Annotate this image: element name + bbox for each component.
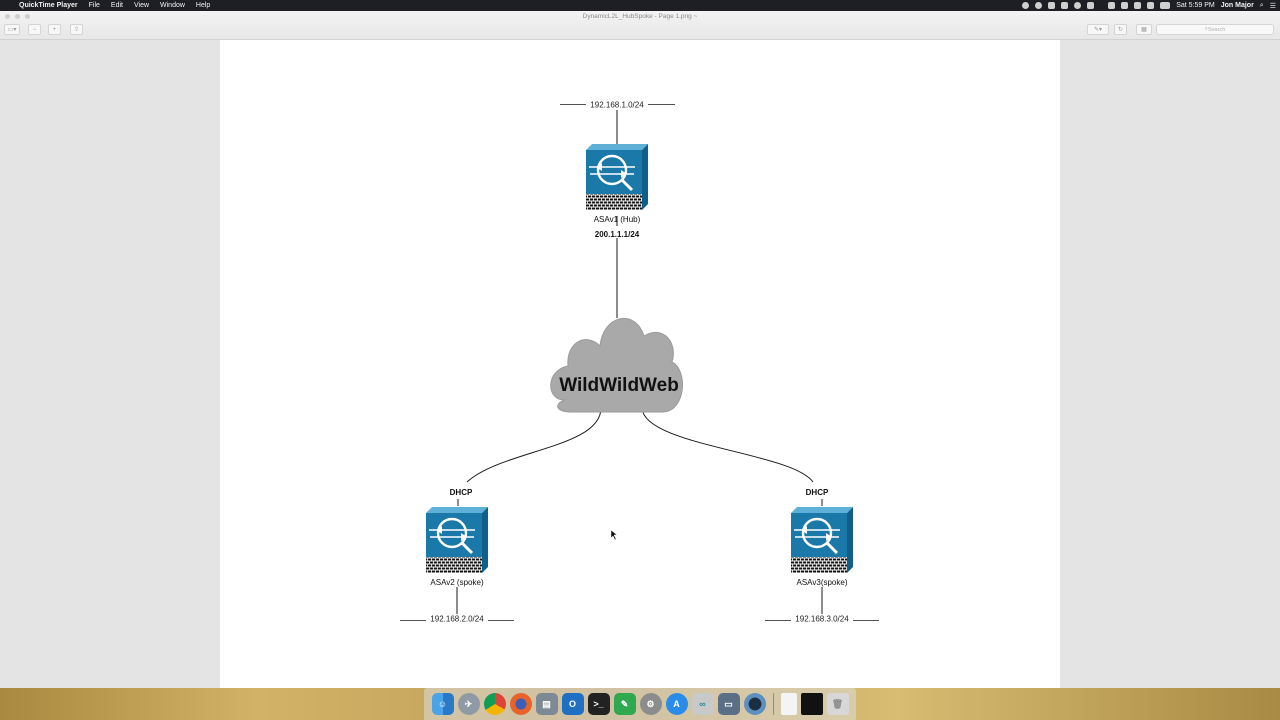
spoke2-wan-label: DHCP bbox=[806, 488, 829, 497]
lan-label-hub: 192.168.1.0/24 bbox=[590, 101, 644, 110]
share-button[interactable]: ⇧ bbox=[70, 24, 83, 35]
outlook-icon[interactable]: O bbox=[561, 693, 584, 715]
markup-button[interactable]: ✎▾ bbox=[1087, 24, 1109, 35]
menu-edit[interactable]: Edit bbox=[111, 2, 123, 9]
spotlight-icon[interactable]: ⌕ bbox=[1260, 2, 1264, 10]
rotate-button[interactable]: ↻ bbox=[1114, 24, 1127, 35]
app-menu[interactable]: QuickTime Player bbox=[19, 2, 78, 9]
screen-icon[interactable] bbox=[800, 693, 823, 715]
quicktime-icon[interactable] bbox=[743, 693, 766, 715]
lan-label-spoke1: 192.168.2.0/24 bbox=[430, 615, 484, 624]
status-icon-1[interactable] bbox=[1022, 2, 1030, 9]
internet-cloud: WildWildWeb bbox=[550, 317, 683, 413]
preview-icon[interactable]: ▤ bbox=[535, 693, 558, 715]
system-preferences-icon[interactable]: ⚙ bbox=[639, 693, 662, 715]
status-icon-2[interactable] bbox=[1035, 2, 1043, 9]
window-toolbar: DynamicL2L_HubSpoke - Page 1.png ~ ▭▾ − … bbox=[0, 11, 1280, 40]
sidebar-toggle-button[interactable]: ▭▾ bbox=[4, 24, 20, 35]
spoke1-device-label: ASAv2 (spoke) bbox=[430, 578, 484, 587]
menu-window[interactable]: Window bbox=[160, 2, 185, 9]
lan-label-spoke2: 192.168.3.0/24 bbox=[795, 615, 849, 624]
menu-help[interactable]: Help bbox=[196, 2, 210, 9]
notification-center-icon[interactable]: ☰ bbox=[1270, 2, 1276, 10]
chrome-icon[interactable] bbox=[483, 693, 506, 715]
status-icon-3[interactable] bbox=[1048, 2, 1056, 9]
menu-bar: QuickTime Player File Edit View Window H… bbox=[0, 0, 1280, 11]
firewall-icon bbox=[584, 142, 650, 212]
trash-icon[interactable]: 🗑 bbox=[826, 693, 849, 715]
evernote-icon[interactable]: ✎ bbox=[613, 693, 636, 715]
cloud-label: WildWildWeb bbox=[559, 375, 679, 396]
window-title: DynamicL2L_HubSpoke - Page 1.png ~ bbox=[582, 13, 698, 20]
search-placeholder: Search bbox=[1207, 26, 1226, 33]
status-icon-4[interactable] bbox=[1061, 2, 1069, 9]
search-input[interactable]: ⌕ Search bbox=[1156, 24, 1274, 35]
firewall-icon bbox=[424, 505, 490, 575]
terminal-icon[interactable]: >_ bbox=[587, 693, 610, 715]
spoke1-wan-label: DHCP bbox=[450, 488, 473, 497]
menu-view[interactable]: View bbox=[134, 2, 149, 9]
network-diagram: 192.168.1.0/24 ASAv1 (Hub) 200.1.1.1/24 … bbox=[400, 98, 879, 626]
toolbox-button[interactable]: ▦ bbox=[1136, 24, 1152, 35]
spoke2-device-label: ASAv3(spoke) bbox=[797, 578, 848, 587]
vpn-icon[interactable] bbox=[1108, 2, 1116, 9]
dock: ☺ ✈ ▤ O >_ ✎ ⚙ A ∞ ▭ 🗑 bbox=[424, 688, 856, 720]
status-icon-5[interactable] bbox=[1074, 2, 1082, 9]
mouse-cursor bbox=[610, 529, 618, 541]
hub-device-label: ASAv1 (Hub) bbox=[594, 215, 641, 224]
clock[interactable]: Sat 5:59 PM bbox=[1176, 2, 1215, 9]
dock-separator bbox=[772, 693, 774, 715]
battery-icon[interactable] bbox=[1160, 2, 1171, 9]
volume-icon[interactable] bbox=[1134, 2, 1142, 9]
menu-file[interactable]: File bbox=[89, 2, 100, 9]
launchpad-icon[interactable]: ✈ bbox=[457, 693, 480, 715]
zoom-in-button[interactable]: + bbox=[48, 24, 61, 35]
hub-wan-ip: 200.1.1.1/24 bbox=[595, 230, 640, 239]
image-capture-icon[interactable]: ▭ bbox=[717, 693, 740, 715]
lan-segment-spoke1: 192.168.2.0/24 bbox=[400, 614, 514, 626]
firefox-icon[interactable] bbox=[509, 693, 532, 715]
eject-icon[interactable] bbox=[1147, 2, 1155, 9]
cloud-icon[interactable] bbox=[1087, 2, 1095, 9]
anyconnect-icon[interactable]: ∞ bbox=[691, 693, 714, 715]
finder-icon[interactable]: ☺ bbox=[431, 693, 454, 715]
lan-segment-spoke2: 192.168.3.0/24 bbox=[765, 614, 879, 626]
lan-segment-hub: 192.168.1.0/24 bbox=[560, 98, 675, 110]
firewall-icon bbox=[789, 505, 855, 575]
input-icon[interactable] bbox=[1121, 2, 1129, 9]
app-store-icon[interactable]: A bbox=[665, 693, 688, 715]
document-icon[interactable] bbox=[780, 693, 797, 715]
user-name[interactable]: Jon Major bbox=[1221, 2, 1254, 9]
zoom-out-button[interactable]: − bbox=[28, 24, 41, 35]
